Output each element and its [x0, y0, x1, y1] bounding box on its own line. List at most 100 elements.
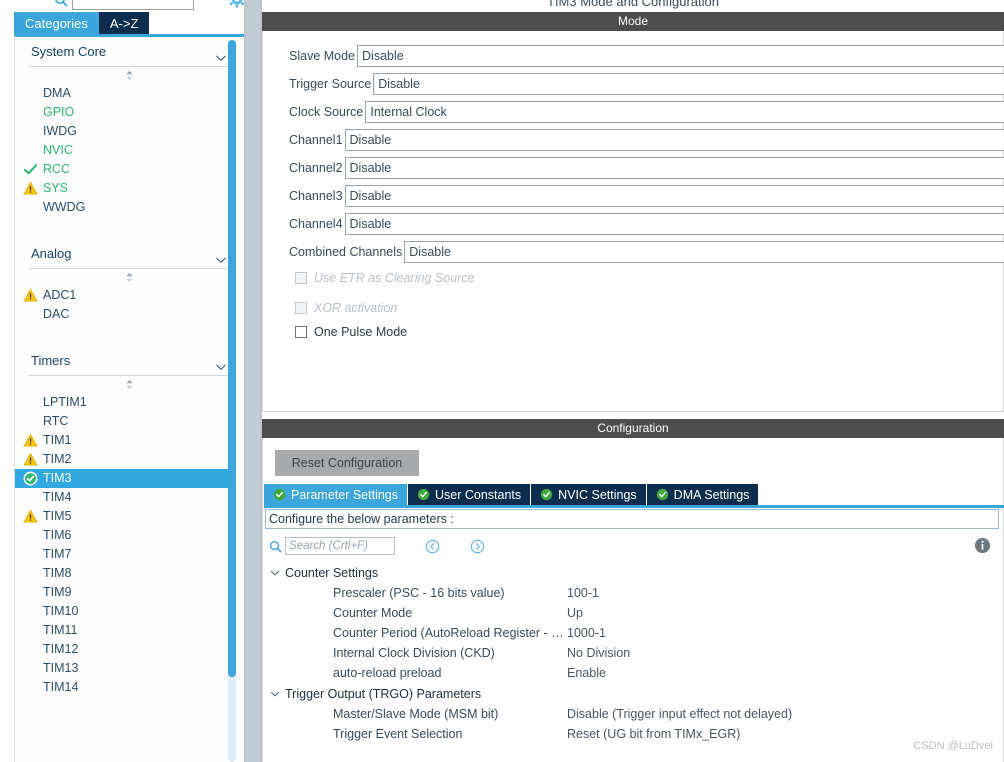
param-value[interactable]: Reset (UG bit from TIMx_EGR) [567, 727, 740, 741]
tree-item-gpio[interactable]: GPIO [15, 103, 244, 122]
tree-item-tim5[interactable]: TIM5 [15, 507, 244, 526]
tree-item-tim3[interactable]: TIM3 [15, 469, 228, 488]
mode-row-clock-source: Clock Source Internal Clock [289, 101, 1004, 123]
checkbox[interactable] [295, 326, 307, 338]
param-value[interactable]: No Division [567, 646, 630, 660]
warning-icon [23, 433, 38, 448]
tree-group-spacer [15, 217, 244, 239]
tree-item-tim4[interactable]: TIM4 [15, 488, 244, 507]
tree-item-iwdg[interactable]: IWDG [15, 122, 244, 141]
mode-select-combined-channels[interactable]: Disable [404, 241, 1004, 263]
mode-select-channel4[interactable]: Disable [344, 213, 1004, 235]
chevron-down-icon[interactable] [214, 248, 228, 278]
tree-scrollbar-thumb[interactable] [228, 40, 236, 677]
tree-item-tim2[interactable]: TIM2 [15, 450, 244, 469]
tree-item-sys[interactable]: SYS [15, 179, 244, 198]
tree-group-spinner[interactable] [15, 376, 244, 393]
tree-item-label: TIM10 [43, 604, 79, 618]
param-row[interactable]: Counter Mode Up [265, 603, 999, 623]
mode-select-clock-source[interactable]: Internal Clock [365, 101, 1004, 123]
param-group-title: Trigger Output (TRGO) Parameters [285, 686, 482, 701]
param-group-trigger-output-trgo-parameters[interactable]: Trigger Output (TRGO) Parameters [265, 683, 999, 704]
tree-group-header-timers[interactable]: Timers [29, 346, 232, 376]
tree-item-tim7[interactable]: TIM7 [15, 545, 244, 564]
param-row[interactable]: auto-reload preload Enable [265, 663, 999, 683]
tree-item-tim12[interactable]: TIM12 [15, 640, 244, 659]
chevron-down-icon[interactable] [265, 688, 285, 700]
tree-item-tim6[interactable]: TIM6 [15, 526, 244, 545]
param-value[interactable]: Up [567, 606, 583, 620]
tree-group-spinner[interactable] [15, 269, 244, 286]
param-name: Counter Period (AutoReload Register - 16… [333, 626, 567, 640]
param-name: Internal Clock Division (CKD) [333, 646, 495, 660]
tree-item-tim14[interactable]: TIM14 [15, 678, 244, 697]
mode-select-trigger-source[interactable]: Disable [373, 73, 1004, 95]
tree-item-tim1[interactable]: TIM1 [15, 431, 244, 450]
tab-a-to-z[interactable]: A->Z [98, 12, 150, 36]
mode-select-value: Disable [362, 49, 404, 63]
tree-item-tim13[interactable]: TIM13 [15, 659, 244, 678]
chevron-down-icon[interactable] [265, 567, 285, 579]
param-value[interactable]: Enable [567, 666, 606, 680]
param-group-counter-settings[interactable]: Counter Settings [265, 562, 999, 583]
tree-group-title: Timers [31, 353, 71, 368]
param-value[interactable]: Disable (Trigger input effect not delaye… [567, 707, 792, 721]
checkbox-row-one-pulse-mode[interactable]: One Pulse Mode [295, 323, 407, 341]
param-row[interactable]: Internal Clock Division (CKD) No Division [265, 643, 999, 663]
param-value[interactable]: 100-1 [567, 586, 599, 600]
tree-item-label: RTC [43, 414, 69, 428]
tree-item-lptim1[interactable]: LPTIM1 [15, 393, 244, 412]
arrow-right-circle-icon[interactable] [470, 539, 485, 554]
tree-item-dma[interactable]: DMA [15, 84, 244, 103]
param-row[interactable]: Prescaler (PSC - 16 bits value) 100-1 [265, 583, 999, 603]
tree-item-tim10[interactable]: TIM10 [15, 602, 244, 621]
param-row[interactable]: Counter Period (AutoReload Register - 16… [265, 623, 999, 643]
tab-user-constants[interactable]: User Constants [408, 484, 531, 505]
component-search-input[interactable] [72, 0, 194, 10]
tree-group-header-analog[interactable]: Analog [29, 239, 232, 269]
parameter-search-input[interactable] [285, 537, 395, 555]
configuration-section-header: Configuration [262, 419, 1004, 438]
param-row[interactable]: Master/Slave Mode (MSM bit) Disable (Trig… [265, 704, 999, 724]
tab-nvic-settings[interactable]: NVIC Settings [531, 484, 646, 505]
tree-item-tim8[interactable]: TIM8 [15, 564, 244, 583]
tree-group-header-system-core[interactable]: System Core [29, 37, 232, 67]
mode-select-channel2[interactable]: Disable [344, 157, 1004, 179]
mode-row-slave-mode: Slave Mode Disable [289, 45, 1004, 67]
chevron-down-icon[interactable] [214, 46, 228, 76]
tree-item-dac[interactable]: DAC [15, 305, 244, 324]
param-value[interactable]: 1000-1 [567, 626, 606, 640]
reset-configuration-button[interactable]: Reset Configuration [275, 450, 419, 476]
info-icon[interactable] [974, 537, 991, 557]
mode-select-channel1[interactable]: Disable [344, 129, 1004, 151]
chevron-down-icon[interactable] [214, 355, 228, 385]
tab-categories[interactable]: Categories [14, 12, 99, 36]
warning-icon [23, 288, 38, 302]
param-row[interactable]: Trigger Event Selection Reset (UG bit fro… [265, 724, 999, 744]
configuration-section-body: Reset Configuration Parameter Settings Us… [262, 438, 1004, 762]
tree-item-tim9[interactable]: TIM9 [15, 583, 244, 602]
tree-item-label: IWDG [43, 124, 78, 138]
tree-item-rcc[interactable]: RCC [15, 160, 244, 179]
mode-select-slave-mode[interactable]: Disable [357, 45, 1004, 67]
mode-row-channel1: Channel1 Disable [289, 129, 1004, 151]
tree-item-adc1[interactable]: ADC1 [15, 286, 244, 305]
tab-dma-settings[interactable]: DMA Settings [646, 484, 759, 505]
tab-parameter-settings[interactable]: Parameter Settings [264, 484, 407, 505]
mode-select-channel3[interactable]: Disable [344, 185, 1004, 207]
spinner-icon [126, 70, 133, 81]
arrow-left-circle-icon[interactable] [425, 539, 440, 554]
tree-group-spinner[interactable] [15, 67, 244, 84]
mode-row-trigger-source: Trigger Source Disable [289, 73, 1004, 95]
tree-group-title: System Core [31, 44, 107, 59]
tree-group-spacer [15, 324, 244, 346]
mode-select-value: Disable [409, 245, 451, 259]
tree-item-wwdg[interactable]: WWDG [15, 198, 244, 217]
tree-item-tim11[interactable]: TIM11 [15, 621, 244, 640]
tree-item-rtc[interactable]: RTC [15, 412, 244, 431]
check-circle-icon [540, 488, 553, 501]
tab-label: DMA Settings [673, 487, 750, 502]
tree-item-nvic[interactable]: NVIC [15, 141, 244, 160]
tab-label: User Constants [435, 487, 522, 502]
check-circle-icon [656, 488, 668, 501]
